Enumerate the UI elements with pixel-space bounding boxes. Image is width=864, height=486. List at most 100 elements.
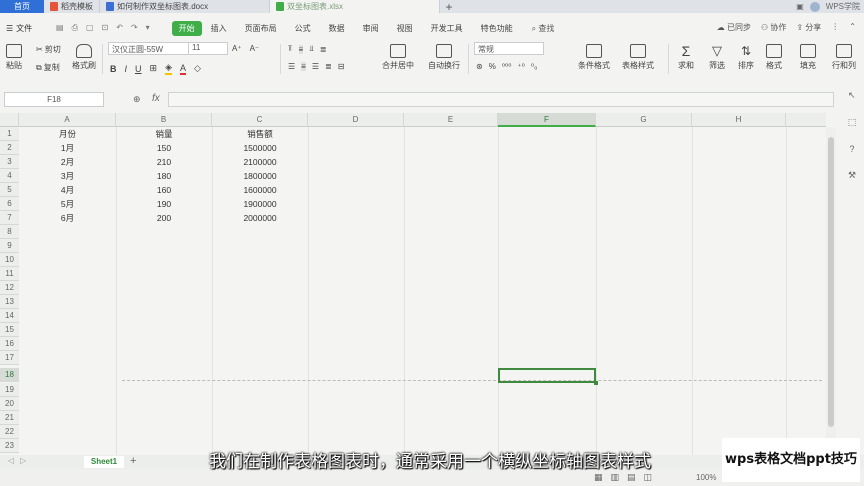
cell-a1[interactable]: 月份 xyxy=(19,127,116,141)
zoom-level[interactable]: 100% xyxy=(696,473,716,482)
user-name[interactable]: WPS学院 xyxy=(826,1,860,12)
copy-button[interactable]: ⧉ 复制 xyxy=(36,62,60,73)
row-header-selected[interactable]: 18 xyxy=(0,368,19,382)
menu-view[interactable]: 视图 xyxy=(388,23,422,34)
cell-a2[interactable]: 1月 xyxy=(19,141,116,155)
cell-b4[interactable]: 180 xyxy=(116,169,212,183)
cell-b3[interactable]: 210 xyxy=(116,155,212,169)
row-header[interactable]: 10 xyxy=(0,253,19,267)
tab-xlsx[interactable]: 双坐标图表.xlsx xyxy=(270,0,440,13)
text-direction-icon[interactable]: ≣ xyxy=(320,45,327,54)
menu-data[interactable]: 数据 xyxy=(320,23,354,34)
row-header[interactable]: 1 xyxy=(0,127,19,141)
cursor-select-icon[interactable]: ⬚ xyxy=(848,117,857,128)
cell-a7[interactable]: 6月 xyxy=(19,211,116,225)
print-icon[interactable]: ⎙ xyxy=(72,23,78,33)
cell-c7[interactable]: 2000000 xyxy=(212,211,308,225)
cut-button[interactable]: ✂ 剪切 xyxy=(36,44,61,55)
row-header[interactable]: 2 xyxy=(0,141,19,155)
underline-icon[interactable]: U xyxy=(135,64,142,74)
row-header[interactable]: 4 xyxy=(0,169,19,183)
share-button[interactable]: ⇪ 分享 xyxy=(796,22,821,33)
add-sheet-button[interactable]: + xyxy=(130,455,136,467)
column-header-g[interactable]: G xyxy=(596,113,692,127)
distributed-icon[interactable]: ⊟ xyxy=(338,62,345,71)
menu-developer[interactable]: 开发工具 xyxy=(422,23,472,34)
cell-b5[interactable]: 160 xyxy=(116,183,212,197)
name-box[interactable]: F18 xyxy=(4,92,104,107)
font-size-select[interactable]: 11 xyxy=(188,42,228,55)
cell-c2[interactable]: 1500000 xyxy=(212,141,308,155)
home-tab[interactable]: 首页 xyxy=(0,0,44,13)
row-header[interactable]: 16 xyxy=(0,337,19,351)
search-box[interactable]: ⌕ 查找 xyxy=(532,23,555,34)
cell-a5[interactable]: 4月 xyxy=(19,183,116,197)
row-header[interactable]: 13 xyxy=(0,295,19,309)
preview-icon[interactable]: ▢ xyxy=(86,23,94,33)
decrease-decimal-icon[interactable]: ⁰₀ xyxy=(531,62,538,71)
row-column-button[interactable]: 行和列 xyxy=(832,44,856,71)
select-all-corner[interactable] xyxy=(0,113,19,127)
menu-home[interactable]: 开始 xyxy=(171,20,202,36)
chevron-down-icon[interactable]: ▾ xyxy=(146,23,150,33)
column-header-c[interactable]: C xyxy=(212,113,308,127)
row-header[interactable]: 21 xyxy=(0,411,19,425)
tab-docx[interactable]: 如何制作双坐标图表.docx xyxy=(100,0,270,13)
cell-c1[interactable]: 销售额 xyxy=(212,127,308,141)
conditional-format-button[interactable]: 条件格式 xyxy=(578,44,610,71)
menu-page-layout[interactable]: 页面布局 xyxy=(236,23,286,34)
increase-decimal-icon[interactable]: ⁺⁰ xyxy=(517,62,524,71)
more-icon[interactable]: ⋮ xyxy=(831,22,839,33)
column-header-h[interactable]: H xyxy=(692,113,786,127)
row-header[interactable]: 9 xyxy=(0,239,19,253)
row-header[interactable]: 14 xyxy=(0,309,19,323)
align-middle-icon[interactable]: ≡ xyxy=(298,44,304,54)
save-icon[interactable]: ▤ xyxy=(56,23,64,33)
redo-icon[interactable]: ↷ xyxy=(131,23,138,33)
sort-button[interactable]: ⇅ 排序 xyxy=(738,44,754,71)
menu-formulas[interactable]: 公式 xyxy=(286,23,320,34)
help-icon[interactable]: ? xyxy=(849,144,854,154)
cell-c3[interactable]: 2100000 xyxy=(212,155,308,169)
undo-icon[interactable]: ↶ xyxy=(116,23,123,33)
row-header[interactable]: 22 xyxy=(0,425,19,439)
format-painter-button[interactable]: 格式刷 xyxy=(72,44,96,71)
menu-features[interactable]: 特色功能 xyxy=(472,23,522,34)
clear-format-icon[interactable]: ◇ xyxy=(194,63,201,74)
row-header[interactable]: 5 xyxy=(0,183,19,197)
row-header[interactable]: 12 xyxy=(0,281,19,295)
row-header[interactable]: 17 xyxy=(0,351,19,365)
column-header-f[interactable]: F xyxy=(498,113,596,127)
cell-c4[interactable]: 1800000 xyxy=(212,169,308,183)
currency-icon[interactable]: ⊛ xyxy=(476,62,483,71)
column-header-b[interactable]: B xyxy=(116,113,212,127)
column-header-e[interactable]: E xyxy=(404,113,498,127)
cell-a3[interactable]: 2月 xyxy=(19,155,116,169)
row-header[interactable]: 8 xyxy=(0,225,19,239)
user-avatar[interactable] xyxy=(809,1,820,12)
align-top-icon[interactable]: ⫪ xyxy=(288,44,293,54)
align-bottom-icon[interactable]: ⫫ xyxy=(309,44,314,54)
column-header-d[interactable]: D xyxy=(308,113,404,127)
fill-color-icon[interactable]: ◈ xyxy=(165,62,172,75)
row-header[interactable]: 20 xyxy=(0,397,19,411)
cell-b1[interactable]: 销量 xyxy=(116,127,212,141)
paste-button[interactable]: 粘贴 xyxy=(6,44,22,71)
fill-button[interactable]: 填充 xyxy=(800,44,816,71)
chevron-up-icon[interactable]: ⌃ xyxy=(849,22,856,33)
cell-c6[interactable]: 1900000 xyxy=(212,197,308,211)
row-header[interactable]: 3 xyxy=(0,155,19,169)
print-preview-icon[interactable]: ⊡ xyxy=(102,23,109,33)
number-format-select[interactable]: 常规 xyxy=(474,42,544,55)
cell-a4[interactable]: 3月 xyxy=(19,169,116,183)
row-header[interactable]: 6 xyxy=(0,197,19,211)
align-center-icon[interactable]: ≡ xyxy=(301,62,306,71)
menu-insert[interactable]: 插入 xyxy=(202,23,236,34)
file-menu[interactable]: ☰ 文件 xyxy=(0,23,52,34)
cell-a6[interactable]: 5月 xyxy=(19,197,116,211)
sum-button[interactable]: Σ 求和 xyxy=(678,44,694,71)
merge-center-button[interactable]: 合并居中 xyxy=(382,44,414,71)
function-icon[interactable]: fx xyxy=(152,93,160,104)
formula-input[interactable] xyxy=(168,92,834,107)
table-style-button[interactable]: 表格样式 xyxy=(622,44,654,71)
